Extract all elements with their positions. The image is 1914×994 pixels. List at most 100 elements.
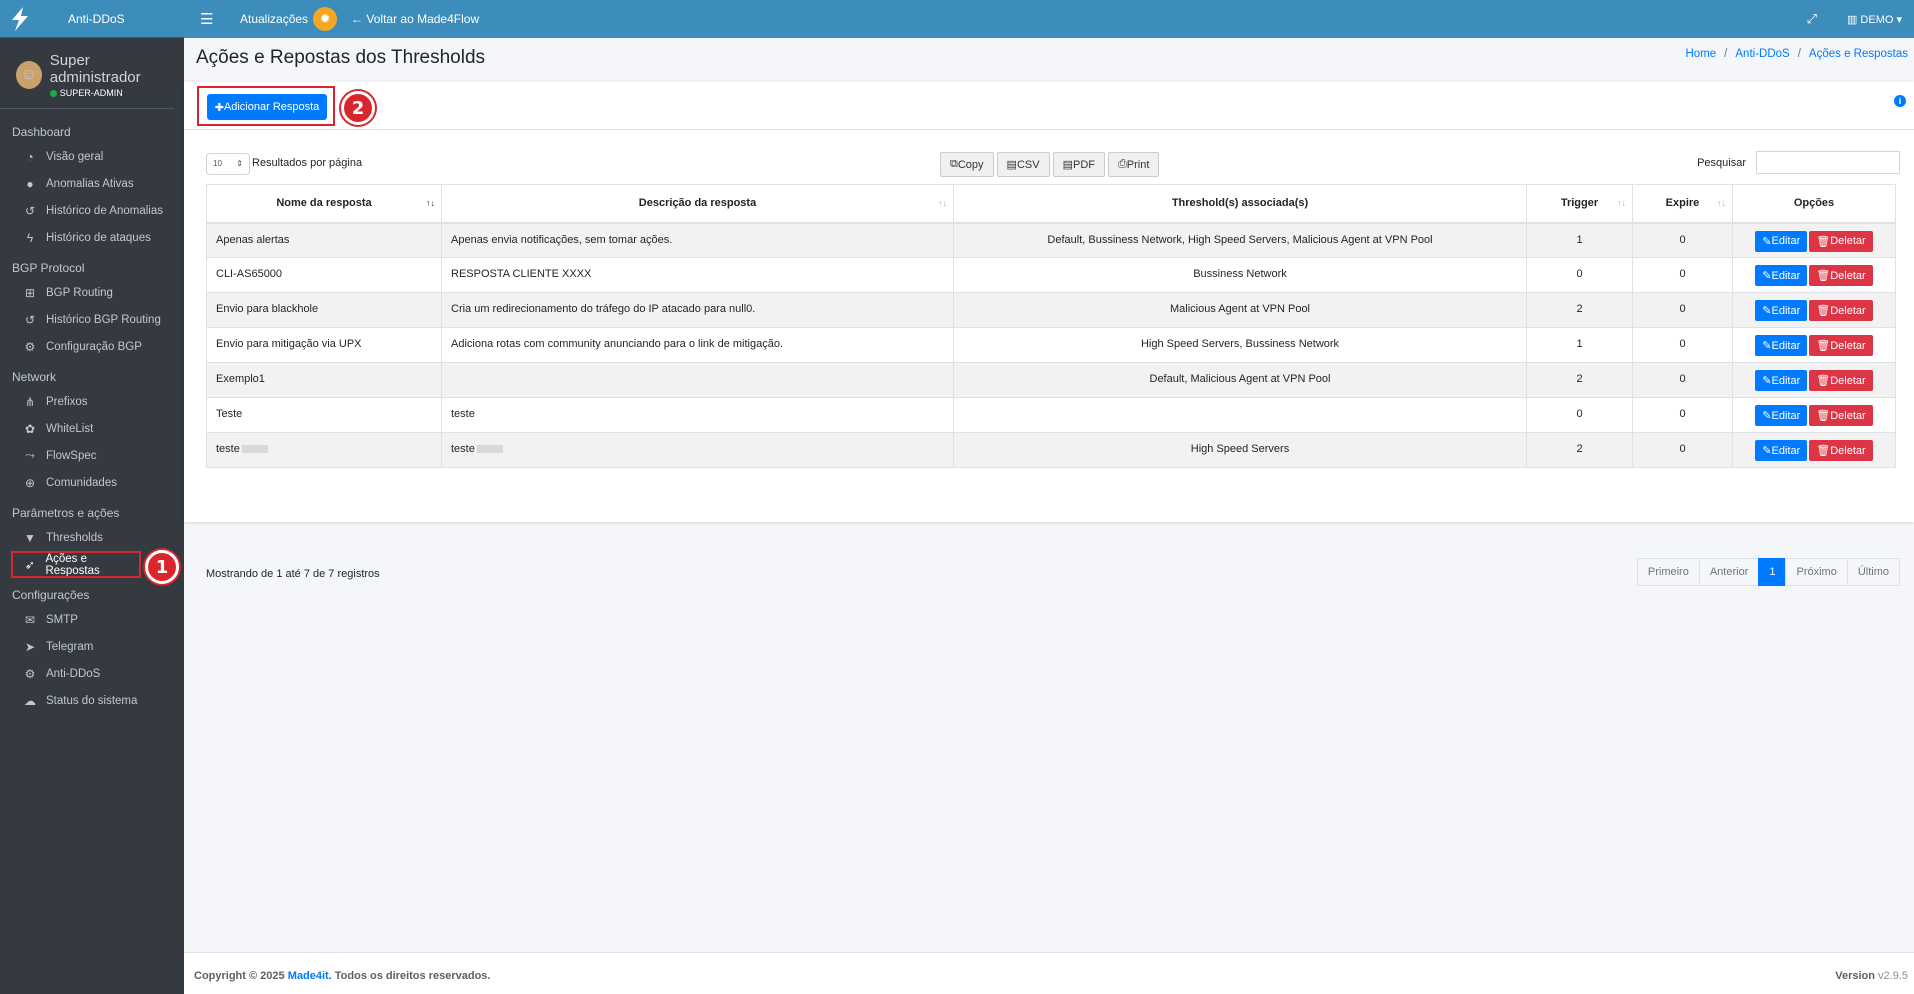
sidebar-item-telegram[interactable]: ➤ Telegram — [0, 633, 184, 660]
plus-icon: ✚ — [214, 101, 224, 114]
page-length-select[interactable]: 10 ⇕ — [206, 153, 250, 175]
cloud-icon: ☁ — [24, 693, 36, 708]
globe-icon: ⊕ — [24, 475, 36, 490]
copy-label: Copy — [957, 158, 984, 171]
edit-button[interactable]: ✎ Editar — [1755, 335, 1808, 356]
edit-button[interactable]: ✎ Editar — [1755, 230, 1808, 252]
cell-trigger: 2 — [1526, 362, 1633, 398]
edit-label: Editar — [1771, 269, 1801, 282]
csv-button[interactable]: ▤ CSV — [996, 152, 1050, 177]
history-icon: ↺ — [24, 203, 36, 218]
sidebar-item-label: Configuração BGP — [46, 340, 142, 353]
cell-name-text: teste — [216, 443, 240, 455]
search-input[interactable] — [1756, 151, 1900, 174]
sidebar-item-smtp[interactable]: ✉ SMTP — [0, 606, 184, 633]
search-label: Pesquisar — [1697, 156, 1746, 169]
sidebar-item-comunidades[interactable]: ⊕ Comunidades — [0, 469, 184, 496]
file-pdf-icon: ▤ — [1062, 159, 1073, 171]
cell-thresholds: Bussiness Network — [953, 257, 1527, 293]
back-link[interactable]: ← Voltar ao Made4Flow — [351, 12, 479, 26]
sidebar-item-prefixos[interactable]: ⋔ Prefixos — [0, 388, 184, 415]
print-button[interactable]: ⎙ Print — [1107, 152, 1160, 177]
column-header-nome[interactable]: Nome da resposta ↑↓ — [206, 184, 442, 224]
copy-button[interactable]: ⧉ Copy — [940, 152, 994, 177]
sidebar-item-whitelist[interactable]: ✿ WhiteList — [0, 415, 184, 442]
rights-text: Todos os direitos reservados. — [334, 970, 491, 982]
history-icon: ↺ — [24, 312, 36, 327]
cell-options: ✎ Editar 🗑 Deletar — [1732, 327, 1896, 363]
delete-button[interactable]: 🗑 Deletar — [1809, 230, 1873, 252]
sidebar-item-historico-anomalias[interactable]: ↺ Histórico de Anomalias — [0, 197, 184, 224]
delete-label: Deletar — [1830, 409, 1866, 422]
updates-link[interactable]: Atualizações ✹ — [240, 7, 338, 31]
sidebar-item-bgp-routing[interactable]: ⊞ BGP Routing — [0, 279, 184, 306]
delete-button[interactable]: 🗑 Deletar — [1809, 405, 1873, 426]
edit-button[interactable]: ✎ Editar — [1755, 405, 1808, 426]
sidebar-item-flowspec[interactable]: ⤳ FlowSpec — [0, 442, 184, 469]
sidebar-item-configuracao-bgp[interactable]: ⚙ Configuração BGP — [0, 333, 184, 360]
column-header-descricao[interactable]: Descrição da resposta ↑↓ — [441, 184, 954, 224]
pager-previous[interactable]: Anterior — [1698, 558, 1760, 586]
user-panel[interactable]: ☺ Super administrador SUPER-ADMIN — [0, 38, 174, 109]
add-response-button[interactable]: ✚ Adicionar Resposta — [207, 94, 327, 120]
sidebar-item-acoes-respostas[interactable]: ➶ Ações e Respostas — [11, 551, 141, 578]
account-menu[interactable]: ▥ DEMO ▾ — [1847, 13, 1902, 26]
edit-button[interactable]: ✎ Editar — [1755, 265, 1808, 286]
delete-button[interactable]: 🗑 Deletar — [1809, 335, 1873, 356]
cell-name: Apenas alertas — [206, 222, 442, 258]
brand[interactable]: Anti-DDoS — [0, 0, 184, 38]
cell-desc: Cria um redirecionamento do tráfego do I… — [441, 292, 954, 328]
cell-name: Teste — [206, 397, 442, 433]
delete-button[interactable]: 🗑 Deletar — [1809, 265, 1873, 286]
sidebar-item-historico-ataques[interactable]: ϟ Histórico de ataques — [0, 224, 184, 251]
edit-button[interactable]: ✎ Editar — [1755, 370, 1808, 391]
info-icon[interactable]: i — [1894, 95, 1906, 107]
column-header-trigger[interactable]: Trigger ↑↓ — [1526, 184, 1633, 224]
cell-desc: RESPOSTA CLIENTE XXXX — [441, 257, 954, 293]
breadcrumb-anti-ddos[interactable]: Anti-DDoS — [1735, 48, 1789, 60]
sidebar-item-label: Prefixos — [46, 395, 88, 408]
menu-toggle-icon[interactable]: ☰ — [200, 10, 220, 28]
online-status-icon — [49, 89, 57, 97]
breadcrumb: Home / Anti-DDoS / Ações e Respostas — [1685, 48, 1908, 60]
column-header-label: Expire — [1665, 197, 1700, 210]
column-header-expire[interactable]: Expire ↑↓ — [1632, 184, 1733, 224]
pdf-button[interactable]: ▤ PDF — [1052, 152, 1105, 177]
delete-button[interactable]: 🗑 Deletar — [1809, 300, 1873, 321]
delete-button[interactable]: 🗑 Deletar — [1809, 370, 1873, 391]
breadcrumb-current[interactable]: Ações e Respostas — [1809, 48, 1908, 60]
pager-page-1[interactable]: 1 — [1758, 558, 1787, 586]
breadcrumb-home[interactable]: Home — [1685, 48, 1716, 60]
updates-label: Atualizações — [240, 12, 309, 26]
sidebar-item-label: Ações e Respostas — [45, 552, 100, 577]
company-link[interactable]: Made4it. — [288, 970, 332, 982]
sidebar-item-label: Telegram — [46, 640, 94, 653]
sidebar-item-visao-geral[interactable]: ◔ Visão geral — [0, 143, 184, 170]
pager-first[interactable]: Primeiro — [1636, 558, 1700, 586]
sidebar-item-historico-bgp[interactable]: ↺ Histórico BGP Routing — [0, 306, 184, 333]
sidebar-item-status-sistema[interactable]: ☁ Status do sistema — [0, 687, 184, 714]
fullscreen-icon[interactable]: ⤢ — [1807, 11, 1817, 27]
responses-table: Nome da resposta ↑↓ Descrição da resposta… — [206, 184, 1896, 468]
sidebar-item-label: Status do sistema — [46, 694, 138, 707]
sidebar-item-label: Histórico BGP Routing — [46, 313, 161, 326]
sidebar-item-thresholds[interactable]: ▼ Thresholds — [0, 524, 184, 551]
cell-desc: teste — [441, 432, 954, 468]
pencil-icon: ✎ — [1762, 270, 1772, 282]
copyright: Copyright © 2025 Made4it. Todos os direi… — [194, 970, 490, 982]
pager-next[interactable]: Próximo — [1785, 558, 1848, 586]
print-label: Print — [1126, 158, 1150, 171]
pager-last[interactable]: Último — [1846, 558, 1900, 586]
delete-button[interactable]: 🗑 Deletar — [1809, 440, 1873, 461]
user-role: SUPER-ADMIN — [49, 88, 174, 98]
back-label: Voltar ao Made4Flow — [366, 12, 480, 26]
sidebar-item-anomalias-ativas[interactable]: ● Anomalias Ativas — [0, 170, 184, 197]
alert-icon: ● — [26, 176, 34, 191]
sidebar-item-anti-ddos[interactable]: ⚙ Anti-DDoS — [0, 660, 184, 687]
gears-icon: ⚙ — [24, 666, 36, 681]
column-header-thresholds[interactable]: Threshold(s) associada(s) — [953, 184, 1527, 224]
edit-button[interactable]: ✎ Editar — [1755, 300, 1808, 321]
caret-down-icon: ▾ — [1893, 13, 1902, 26]
cell-name: Exemplo1 — [206, 362, 442, 398]
edit-button[interactable]: ✎ Editar — [1755, 440, 1808, 461]
